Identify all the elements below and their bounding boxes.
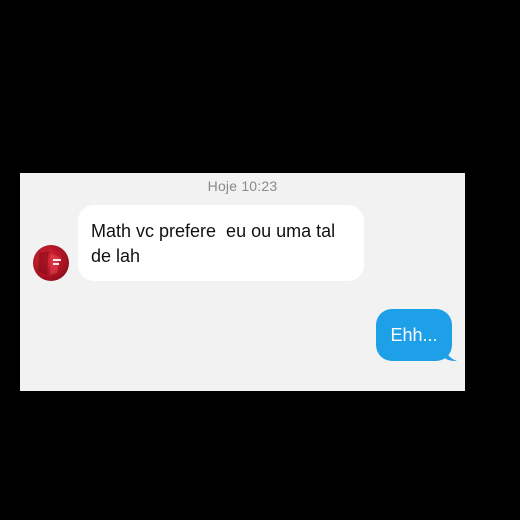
chat-panel: Hoje 10:23 Math vc prefere eu ou uma tal…: [20, 173, 465, 391]
profile-avatar-icon: [38, 251, 61, 275]
outgoing-message-bubble[interactable]: Ehh...: [376, 309, 452, 361]
avatar[interactable]: [33, 245, 69, 281]
bubble-tail-icon: [445, 349, 457, 361]
incoming-message-bubble[interactable]: Math vc prefere eu ou uma tal de lah: [78, 205, 364, 281]
message-timestamp: Hoje 10:23: [207, 178, 278, 194]
